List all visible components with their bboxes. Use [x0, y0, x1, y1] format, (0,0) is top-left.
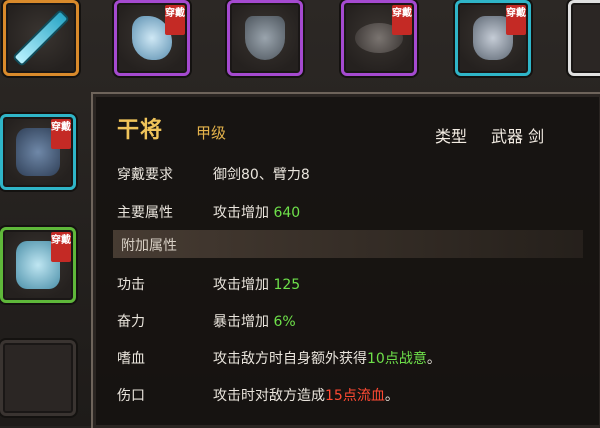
bloodthirst-highlight: 10点战意	[367, 351, 427, 367]
requirement-label: 穿戴要求	[117, 167, 173, 183]
equipped-badge: 穿戴	[51, 119, 71, 149]
main-attribute-label: 主要属性	[117, 205, 173, 221]
item-type-value: 武器 剑	[491, 127, 545, 146]
inventory-slot-pouch[interactable]	[227, 0, 303, 76]
wound-highlight: 15点流血	[325, 388, 385, 404]
fury-label: 奋力	[117, 314, 145, 330]
item-name: 干将	[117, 118, 164, 143]
main-attribute-number: 640	[273, 205, 301, 221]
main-attribute-value: 攻击增加 640	[213, 205, 301, 221]
inventory-slot-armor[interactable]: 穿戴	[0, 114, 76, 190]
item-grade: 甲级	[196, 124, 227, 142]
wound-value: 攻击时对敌方造成15点流血。	[213, 388, 399, 404]
inventory-slot-sash[interactable]: 穿戴	[114, 0, 190, 76]
sword-icon	[14, 11, 68, 65]
extra-attributes-label: 附加属性	[121, 238, 177, 254]
inventory-slot-empty[interactable]	[0, 340, 76, 416]
bloodthirst-value: 攻击敌方时自身额外获得10点战意。	[213, 351, 441, 367]
extra-attributes-header: 附加属性	[113, 230, 583, 258]
attack-value: 攻击增加 125	[213, 277, 301, 293]
fury-value: 暴击增加 6%	[213, 314, 296, 330]
inventory-slot-sword[interactable]	[3, 0, 79, 76]
pouch-icon	[245, 16, 285, 60]
attack-label: 功击	[117, 277, 145, 293]
inventory-slot-robe[interactable]: 穿戴	[0, 227, 76, 303]
equipped-badge: 穿戴	[51, 232, 71, 262]
equipped-badge: 穿戴	[392, 5, 412, 35]
wound-label: 伤口	[117, 388, 145, 404]
bloodthirst-label: 嗜血	[117, 351, 145, 367]
item-type-label: 类型	[435, 127, 468, 146]
inventory-slot-hat[interactable]: 穿戴	[341, 0, 417, 76]
fury-number: 6%	[273, 314, 296, 330]
inventory-slot-partial[interactable]	[568, 0, 600, 76]
inventory-slot-gauntlet[interactable]: 穿戴	[455, 0, 531, 76]
equipped-badge: 穿戴	[165, 5, 185, 35]
attack-number: 125	[273, 277, 301, 293]
item-tooltip: 干将 甲级 类型 武器 剑 穿戴要求 御剑80、臂力8 主要属性 攻击增加 64…	[91, 92, 600, 428]
equipped-badge: 穿戴	[506, 5, 526, 35]
requirement-value: 御剑80、臂力8	[213, 167, 310, 183]
